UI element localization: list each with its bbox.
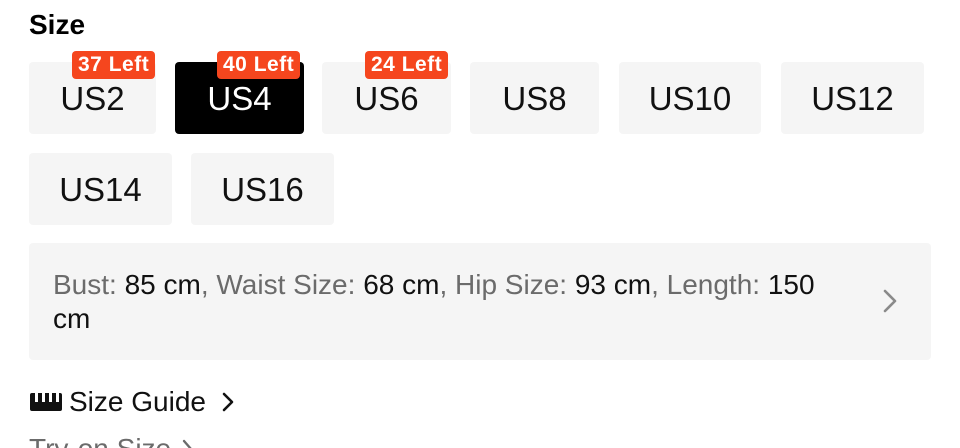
size-option-us12[interactable]: US12 xyxy=(781,62,924,134)
size-guide-label: Size Guide xyxy=(69,386,206,417)
hip-label: Hip Size: xyxy=(455,269,575,300)
stock-badge: 37 Left xyxy=(72,51,156,79)
ruler-icon xyxy=(30,393,62,411)
size-option-label: US4 xyxy=(207,79,272,117)
length-label: Length: xyxy=(666,269,768,300)
size-option-label: US12 xyxy=(811,79,894,117)
size-section-title: Size xyxy=(29,9,86,40)
size-measurements-panel[interactable]: Bust: 85 cm, Waist Size: 68 cm, Hip Size… xyxy=(29,243,931,360)
bust-label: Bust: xyxy=(53,269,125,300)
separator: , xyxy=(200,269,217,300)
size-option-label: US16 xyxy=(221,170,304,208)
chevron-right-icon xyxy=(222,392,234,412)
stock-badge: 24 Left xyxy=(365,51,449,79)
chevron-right-icon xyxy=(883,289,897,313)
separator: , xyxy=(651,269,667,300)
hip-value: 93 cm xyxy=(574,269,652,300)
size-option-us14[interactable]: US14 xyxy=(29,153,172,225)
separator: , xyxy=(439,269,455,300)
size-option-label: US8 xyxy=(502,79,567,117)
size-option-label: US6 xyxy=(354,79,419,117)
size-option-label: US2 xyxy=(60,79,125,117)
size-option-label: US10 xyxy=(648,79,732,117)
size-guide-link[interactable]: Size Guide xyxy=(29,384,236,420)
waist-value: 68 cm xyxy=(363,269,440,300)
size-option-us16[interactable]: US16 xyxy=(191,153,334,225)
size-measurements-text: Bust: 85 cm, Waist Size: 68 cm, Hip Size… xyxy=(53,268,853,336)
size-selector-panel: Size US2 US4 US6 US8 US10 US12 US14 US16… xyxy=(0,0,960,448)
waist-label: Waist Size: xyxy=(216,269,364,300)
size-option-us8[interactable]: US8 xyxy=(470,62,599,134)
partial-link[interactable]: Try-on Size xyxy=(29,432,195,448)
size-option-us10[interactable]: US10 xyxy=(619,62,761,134)
chevron-right-icon xyxy=(182,439,192,448)
partial-link-label: Try-on Size xyxy=(29,432,171,448)
stock-badge: 40 Left xyxy=(217,51,301,79)
bust-value: 85 cm xyxy=(124,269,201,300)
size-option-label: US14 xyxy=(59,170,142,208)
